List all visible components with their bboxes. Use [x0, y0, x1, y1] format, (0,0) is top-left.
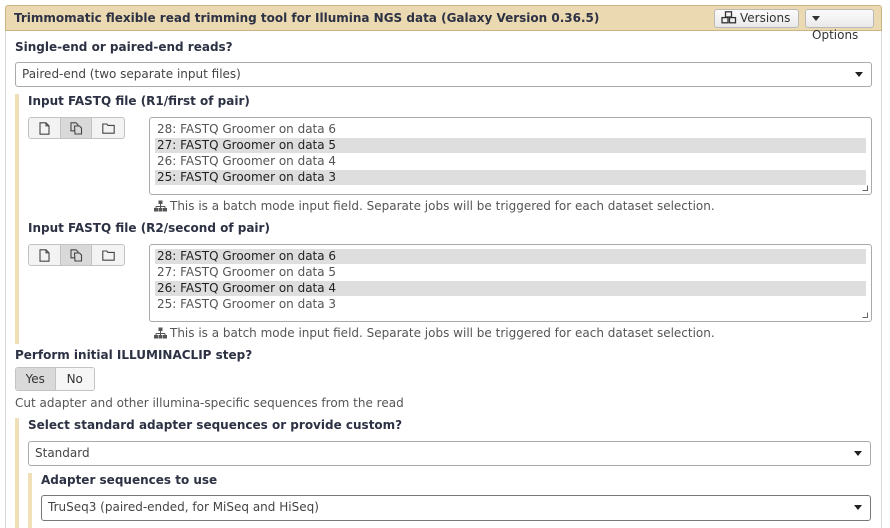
- input-r1-hint-text: This is a batch mode input field. Separa…: [170, 199, 715, 213]
- input-r2-hint-text: This is a batch mode input field. Separa…: [170, 326, 715, 340]
- tool-header: Trimmomatic flexible read trimming tool …: [5, 5, 882, 42]
- file-icon: [39, 248, 50, 262]
- adapter-subsection-bar: [28, 473, 32, 528]
- caret-down-icon: [812, 16, 820, 21]
- tool-title: Trimmomatic flexible read trimming tool …: [14, 11, 600, 25]
- input-r1-option[interactable]: 27: FASTQ Groomer on data 5: [155, 138, 866, 153]
- adapter-type-label: Select standard adapter sequences or pro…: [28, 418, 403, 432]
- illuminaclip-label: Perform initial ILLUMINACLIP step?: [15, 348, 253, 362]
- single-dataset-button[interactable]: [29, 245, 61, 265]
- input-r1-option[interactable]: 25: FASTQ Groomer on data 3: [155, 170, 866, 185]
- versions-button[interactable]: Versions: [714, 9, 799, 28]
- input-r2-option[interactable]: 28: FASTQ Groomer on data 6: [155, 249, 866, 264]
- input-r2-batch-hint: This is a batch mode input field. Separa…: [154, 326, 715, 340]
- illuminaclip-yes-button[interactable]: Yes: [16, 368, 56, 390]
- caret-down-icon: [854, 451, 862, 456]
- input-r1-multiselect[interactable]: 28: FASTQ Groomer on data 6 27: FASTQ Gr…: [149, 117, 872, 195]
- reads-mode-value: Paired-end (two separate input files): [22, 67, 241, 81]
- cubes-icon: [721, 11, 737, 24]
- paired-section-bar: [15, 94, 19, 344]
- input-r1-option[interactable]: 28: FASTQ Groomer on data 6: [155, 122, 866, 137]
- sitemap-icon: [154, 327, 167, 339]
- multiple-datasets-button[interactable]: [60, 245, 93, 265]
- input-r2-option[interactable]: 27: FASTQ Groomer on data 5: [155, 265, 866, 280]
- adapter-type-select[interactable]: Standard: [28, 441, 871, 466]
- dataset-collection-button[interactable]: [92, 245, 124, 265]
- adapter-seq-label: Adapter sequences to use: [41, 473, 218, 487]
- input-r2-option[interactable]: 25: FASTQ Groomer on data 3: [155, 297, 866, 312]
- resize-grip-icon[interactable]: [862, 185, 868, 191]
- input-r2-option[interactable]: 26: FASTQ Groomer on data 4: [155, 281, 866, 296]
- folder-icon: [101, 122, 115, 134]
- files-icon: [69, 248, 82, 262]
- files-icon: [69, 121, 82, 135]
- input-r1-mode-group: [28, 117, 125, 139]
- input-r2-label: Input FASTQ file (R2/second of pair): [28, 221, 270, 235]
- reads-mode-label: Single-end or paired-end reads?: [15, 40, 233, 54]
- sitemap-icon: [154, 200, 167, 212]
- illuminaclip-toggle: Yes No: [15, 367, 95, 391]
- input-r2-mode-group: [28, 244, 125, 266]
- input-r2-multiselect[interactable]: 28: FASTQ Groomer on data 6 27: FASTQ Gr…: [149, 244, 872, 322]
- illuminaclip-help: Cut adapter and other illumina-specific …: [15, 396, 404, 410]
- caret-down-icon: [854, 505, 862, 510]
- resize-grip-icon[interactable]: [862, 312, 868, 318]
- adapter-seq-value: TruSeq3 (paired-ended, for MiSeq and HiS…: [48, 500, 319, 514]
- multiple-datasets-button[interactable]: [60, 118, 93, 138]
- input-r1-batch-hint: This is a batch mode input field. Separa…: [154, 199, 715, 213]
- adapter-type-value: Standard: [35, 446, 90, 460]
- illuminaclip-section-bar: [15, 418, 19, 528]
- file-icon: [39, 121, 50, 135]
- input-r1-option[interactable]: 26: FASTQ Groomer on data 4: [155, 154, 866, 169]
- dataset-collection-button[interactable]: [92, 118, 124, 138]
- input-r1-label: Input FASTQ file (R1/first of pair): [28, 94, 250, 108]
- adapter-seq-select[interactable]: TruSeq3 (paired-ended, for MiSeq and HiS…: [41, 495, 871, 521]
- folder-icon: [101, 249, 115, 261]
- reads-mode-select[interactable]: Paired-end (two separate input files): [15, 62, 872, 87]
- single-dataset-button[interactable]: [29, 118, 61, 138]
- options-button[interactable]: Options: [805, 9, 874, 42]
- illuminaclip-no-button[interactable]: No: [55, 368, 94, 390]
- caret-down-icon: [855, 72, 863, 77]
- versions-label: Versions: [740, 11, 791, 25]
